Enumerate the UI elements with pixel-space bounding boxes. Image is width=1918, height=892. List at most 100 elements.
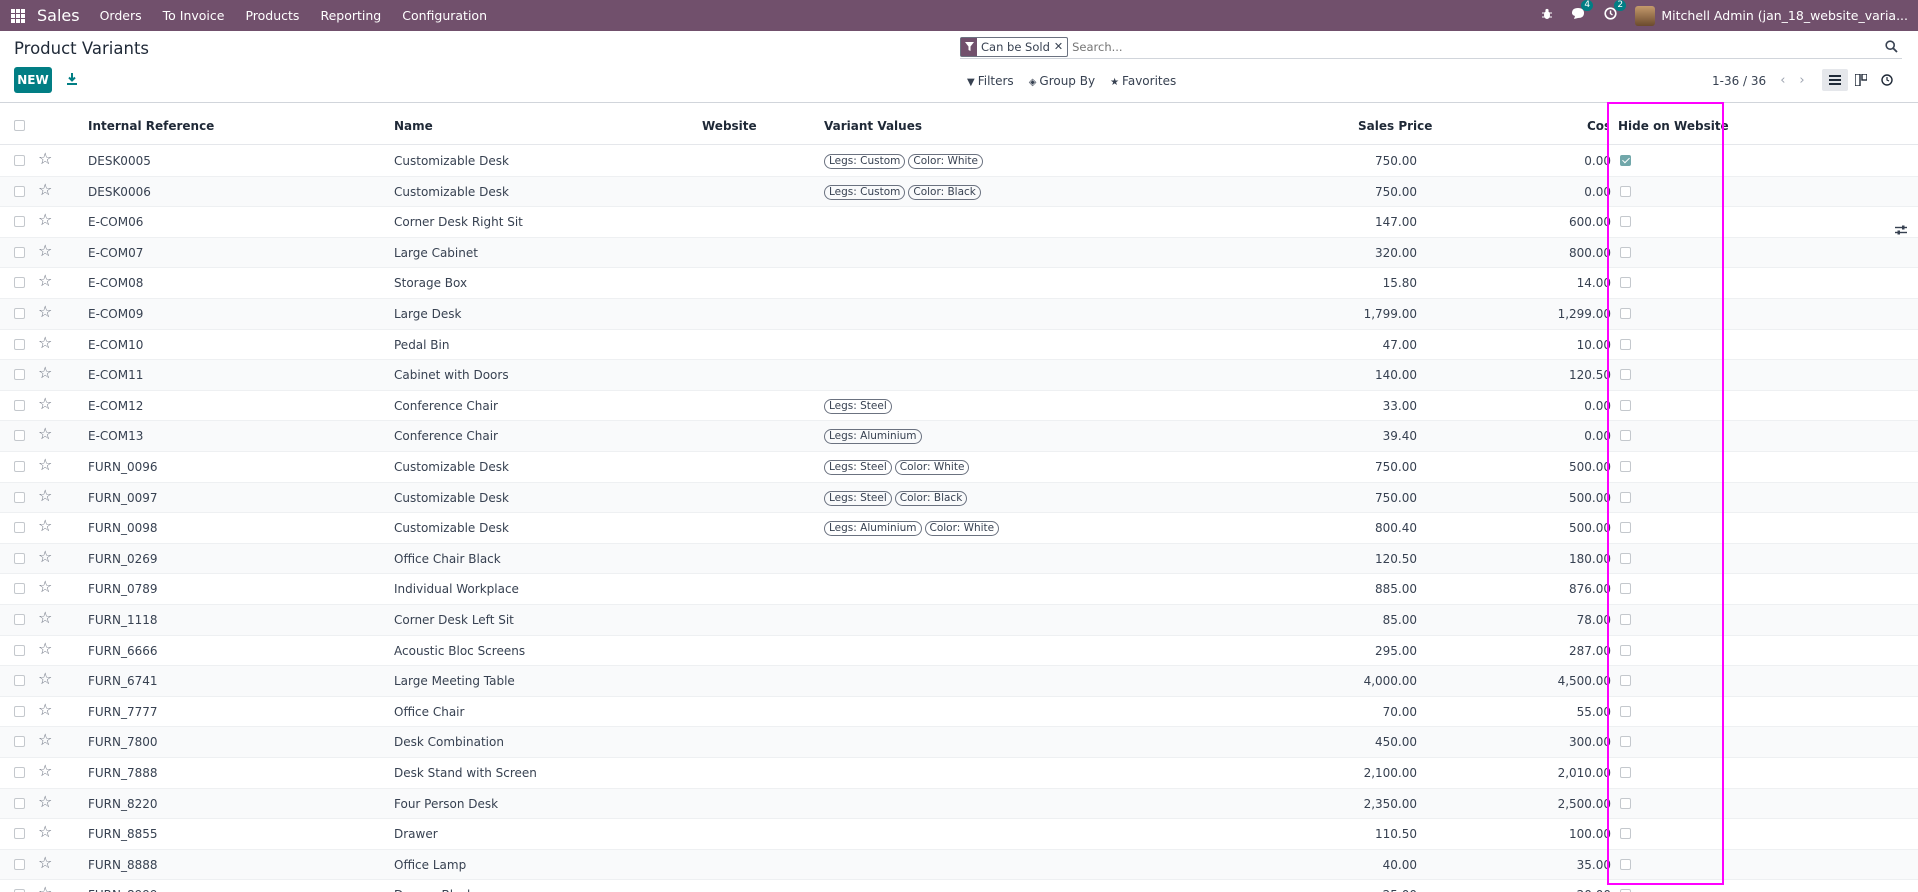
hide-on-website-checkbox[interactable] [1620,461,1631,472]
hide-on-website-checkbox[interactable] [1620,216,1631,228]
facet-remove-icon[interactable]: ✕ [1054,40,1067,53]
pager-value[interactable]: 1-36 / 36 [1712,74,1766,88]
hide-on-website-checkbox[interactable] [1620,277,1631,289]
favorite-star-icon[interactable]: ☆ [38,487,52,504]
row-select-checkbox[interactable] [14,461,25,472]
column-cost[interactable]: Cost [1587,119,1609,133]
row-select-checkbox[interactable] [14,583,25,595]
hide-on-website-checkbox[interactable] [1620,155,1631,166]
menu-orders[interactable]: Orders [100,8,142,23]
select-all-checkbox[interactable] [14,120,25,131]
apps-menu-icon[interactable] [11,8,25,23]
hide-on-website-checkbox[interactable] [1620,369,1631,381]
hide-on-website-checkbox[interactable] [1620,185,1631,197]
hide-on-website-checkbox[interactable] [1620,246,1631,258]
row-select-checkbox[interactable] [14,338,25,350]
kanban-view-button[interactable] [1848,69,1874,91]
favorite-star-icon[interactable]: ☆ [38,732,52,748]
table-row[interactable]: ☆ FURN_0096 Customizable Desk Legs: Stee… [0,452,1918,483]
table-row[interactable]: ☆ FURN_7888 Desk Stand with Screen 2,100… [0,758,1918,789]
hide-on-website-checkbox[interactable] [1620,491,1631,503]
activities-clock-icon[interactable]: 2 [1604,0,1627,24]
table-row[interactable]: ☆ FURN_7800 Desk Combination 450.00 300.… [0,727,1918,758]
favorite-star-icon[interactable]: ☆ [38,212,52,228]
row-select-checkbox[interactable] [14,246,25,258]
table-row[interactable]: ☆ E-COM09 Large Desk 1,799.00 1,299.00 [0,299,1918,330]
search-input[interactable] [1072,39,1893,54]
table-row[interactable]: ☆ E-COM10 Pedal Bin 47.00 10.00 [0,330,1918,361]
column-hide-on-website[interactable]: Hide on Website [1618,119,1729,133]
hide-on-website-checkbox[interactable] [1620,399,1631,411]
favorite-star-icon[interactable]: ☆ [38,426,52,442]
hide-on-website-checkbox[interactable] [1620,522,1631,534]
favorite-star-icon[interactable]: ☆ [38,181,52,198]
table-row[interactable]: ☆ E-COM07 Large Cabinet 320.00 800.00 [0,237,1918,269]
table-row[interactable]: ☆ E-COM13 Conference Chair Legs: Alumini… [0,421,1918,452]
table-row[interactable]: ☆ FURN_7777 Office Chair 70.00 55.00 [0,697,1918,728]
table-row[interactable]: ☆ E-COM06 Corner Desk Right Sit 147.00 6… [0,207,1918,238]
pager-next-icon[interactable]: › [1799,73,1804,88]
table-row[interactable]: ☆ FURN_6741 Large Meeting Table 4,000.00… [0,666,1918,697]
table-row[interactable]: ☆ FURN_8220 Four Person Desk 2,350.00 2,… [0,788,1918,820]
table-row[interactable]: ☆ FURN_1118 Corner Desk Left Sit 85.00 7… [0,605,1918,636]
table-row[interactable]: ☆ FURN_6666 Acoustic Bloc Screens 295.00… [0,636,1918,667]
favorite-star-icon[interactable]: ☆ [38,304,52,320]
row-select-checkbox[interactable] [14,858,25,870]
favorite-star-icon[interactable]: ☆ [38,242,52,259]
row-select-checkbox[interactable] [14,705,25,717]
download-icon[interactable] [66,72,78,86]
hide-on-website-checkbox[interactable] [1620,828,1631,840]
row-select-checkbox[interactable] [14,552,25,564]
menu-configuration[interactable]: Configuration [402,8,487,23]
column-website[interactable]: Website [702,119,757,133]
row-select-checkbox[interactable] [14,828,25,840]
table-row[interactable]: ☆ FURN_0269 Office Chair Black 120.50 18… [0,543,1918,575]
row-select-checkbox[interactable] [14,308,25,319]
favorite-star-icon[interactable]: ☆ [38,457,52,473]
favorite-star-icon[interactable]: ☆ [38,273,52,289]
row-select-checkbox[interactable] [14,644,25,656]
hide-on-website-checkbox[interactable] [1620,797,1631,809]
table-row[interactable]: ☆ FURN_8888 Office Lamp 40.00 35.00 [0,849,1918,881]
groupby-toggle[interactable]: ◈ Group By [1029,74,1095,88]
table-row[interactable]: ☆ E-COM08 Storage Box 15.80 14.00 [0,268,1918,299]
favorite-star-icon[interactable]: ☆ [38,579,52,595]
menu-to-invoice[interactable]: To Invoice [163,8,225,23]
row-select-checkbox[interactable] [14,155,25,166]
row-select-checkbox[interactable] [14,430,25,442]
favorite-star-icon[interactable]: ☆ [38,763,52,779]
row-select-checkbox[interactable] [14,522,25,534]
favorite-star-icon[interactable]: ☆ [38,334,52,351]
table-row[interactable]: ☆ FURN_8855 Drawer 110.50 100.00 [0,819,1918,850]
column-variant-values[interactable]: Variant Values [824,119,922,133]
row-select-checkbox[interactable] [14,797,25,809]
row-select-checkbox[interactable] [14,675,25,687]
hide-on-website-checkbox[interactable] [1620,430,1631,442]
favorite-star-icon[interactable]: ☆ [38,365,52,381]
new-button[interactable]: NEW [14,67,52,93]
favorite-star-icon[interactable]: ☆ [38,518,52,534]
hide-on-website-checkbox[interactable] [1620,614,1631,625]
table-row[interactable]: ☆ FURN_0098 Customizable Desk Legs: Alum… [0,513,1918,544]
favorite-star-icon[interactable]: ☆ [38,793,52,810]
favorite-star-icon[interactable]: ☆ [38,854,52,871]
row-select-checkbox[interactable] [14,369,25,381]
row-select-checkbox[interactable] [14,216,25,228]
favorite-star-icon[interactable]: ☆ [38,885,52,892]
favorite-star-icon[interactable]: ☆ [38,610,52,626]
favorite-star-icon[interactable]: ☆ [38,395,52,412]
user-menu[interactable]: Mitchell Admin (jan_18_website_varia... [1635,5,1908,26]
table-row[interactable]: ☆ DESK0006 Customizable Desk Legs: Custo… [0,176,1918,208]
menu-products[interactable]: Products [245,8,299,23]
search-facet[interactable]: Can be Sold ✕ [960,36,1069,57]
row-select-checkbox[interactable] [14,614,25,625]
row-select-checkbox[interactable] [14,736,25,748]
table-row[interactable]: ☆ FURN_0789 Individual Workplace 885.00 … [0,574,1918,605]
debug-bug-icon[interactable] [1541,8,1553,24]
hide-on-website-checkbox[interactable] [1620,767,1631,778]
hide-on-website-checkbox[interactable] [1620,552,1631,564]
column-internal-reference[interactable]: Internal Reference [88,119,214,133]
table-row[interactable]: ☆ FURN_0097 Customizable Desk Legs: Stee… [0,482,1918,514]
table-row[interactable]: ☆ E-COM12 Conference Chair Legs: Steel 3… [0,391,1918,422]
hide-on-website-checkbox[interactable] [1620,338,1631,350]
